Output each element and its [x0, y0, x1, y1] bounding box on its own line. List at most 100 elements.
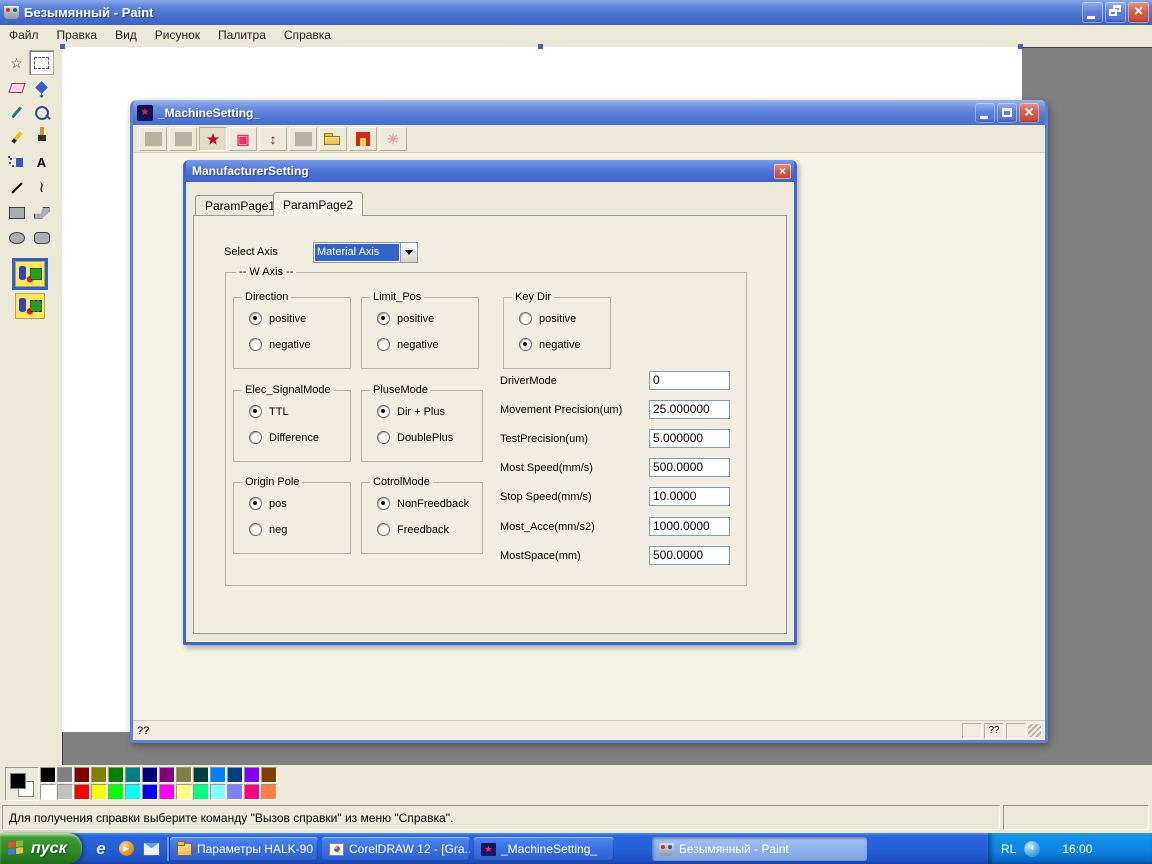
rect-select-tool[interactable] [29, 50, 54, 75]
color-swatch[interactable] [261, 767, 277, 783]
color-swatch[interactable] [57, 767, 73, 783]
rounded-rect-tool[interactable] [29, 225, 54, 250]
menu-file[interactable]: Файл [0, 28, 48, 42]
color-swatch[interactable] [142, 767, 158, 783]
polygon-tool[interactable] [29, 200, 54, 225]
color-swatch[interactable] [108, 784, 124, 800]
magnifier-tool[interactable] [29, 100, 54, 125]
color-swatch[interactable] [125, 767, 141, 783]
mtoolbar-burst-button[interactable]: ☀ [379, 127, 407, 151]
color-swatch[interactable] [125, 784, 141, 800]
clock[interactable]: 16:00 [1062, 842, 1092, 856]
color-swatch[interactable] [176, 784, 192, 800]
stop-speed-field[interactable]: 10.0000 [649, 487, 730, 506]
curve-tool[interactable]: ≀ [29, 175, 54, 200]
color-swatch[interactable] [91, 767, 107, 783]
color-swatch[interactable] [57, 784, 73, 800]
text-tool[interactable]: A [29, 150, 54, 175]
select-axis-combobox[interactable]: Material Axis [313, 242, 418, 263]
color-swatch[interactable] [261, 784, 277, 800]
mtoolbar-open-button[interactable] [319, 127, 347, 151]
menu-edit[interactable]: Правка [48, 28, 107, 42]
radio-freedback[interactable] [377, 523, 390, 536]
close-button[interactable] [1019, 103, 1039, 123]
color-picker-tool[interactable] [4, 100, 29, 125]
color-swatch[interactable] [210, 784, 226, 800]
airbrush-tool[interactable] [4, 150, 29, 175]
internet-explorer-icon[interactable]: e [92, 840, 110, 858]
maximize-button[interactable] [997, 103, 1017, 123]
color-swatch[interactable] [193, 767, 209, 783]
color-swatch[interactable] [159, 784, 175, 800]
menu-view[interactable]: Вид [106, 28, 146, 42]
outlook-express-icon[interactable] [142, 840, 160, 858]
radio-difference[interactable] [249, 431, 262, 444]
color-swatch[interactable] [159, 767, 175, 783]
color-swatch[interactable] [74, 767, 90, 783]
mtoolbar-updown-button[interactable]: ↕ [259, 127, 287, 151]
radio-doubleplus[interactable] [377, 431, 390, 444]
mostspace-field[interactable]: 500.0000 [649, 546, 730, 565]
testprecision-field[interactable]: 5.000000 [649, 429, 730, 448]
selection-handle[interactable] [538, 44, 543, 49]
color-swatch[interactable] [91, 784, 107, 800]
taskbar-button-paint[interactable]: Безымянный - Paint [652, 837, 867, 861]
color-swatch[interactable] [193, 784, 209, 800]
brush-tool[interactable] [29, 125, 54, 150]
pencil-tool[interactable] [4, 125, 29, 150]
mtoolbar-blank-1[interactable] [139, 127, 167, 151]
selection-handle[interactable] [1018, 44, 1023, 49]
mtoolbar-monitor-button[interactable]: ▣ [229, 127, 257, 151]
most-speed-field[interactable]: 500.0000 [649, 458, 730, 477]
radio-positive[interactable] [519, 312, 532, 325]
color-swatch[interactable] [40, 784, 56, 800]
restore-button[interactable] [1105, 2, 1126, 23]
current-colors-indicator[interactable] [5, 767, 39, 801]
transparent-selection-option[interactable] [12, 290, 48, 322]
tab-parampage2[interactable]: ParamPage2 [273, 192, 363, 216]
tab-parampage1[interactable]: ParamPage1 [195, 195, 285, 216]
ellipse-tool[interactable] [4, 225, 29, 250]
radio-negative[interactable] [519, 338, 532, 351]
taskbar-button-halk-folder[interactable]: Параметры HALK-90 [170, 837, 318, 861]
color-swatch[interactable] [108, 767, 124, 783]
color-swatch[interactable] [244, 767, 260, 783]
radio-pos[interactable] [249, 497, 262, 510]
color-swatch[interactable] [210, 767, 226, 783]
radio-negative[interactable] [249, 338, 262, 351]
movement-precision-field[interactable]: 25.000000 [649, 400, 730, 419]
menu-image[interactable]: Рисунок [146, 28, 209, 42]
rectangle-tool[interactable] [4, 200, 29, 225]
start-button[interactable]: пуск [0, 833, 82, 864]
radio-negative[interactable] [377, 338, 390, 351]
minimize-button[interactable] [1082, 2, 1103, 23]
minimize-button[interactable] [975, 103, 995, 123]
color-swatch[interactable] [74, 784, 90, 800]
drivermode-field[interactable]: 0 [649, 371, 730, 390]
mtoolbar-star-button[interactable]: ★ [199, 127, 227, 151]
radio-neg[interactable] [249, 523, 262, 536]
mtoolbar-save-button[interactable] [349, 127, 377, 151]
taskbar-button-machinesetting[interactable]: _MachineSetting_ [474, 837, 614, 861]
line-tool[interactable] [4, 175, 29, 200]
taskbar-button-coreldraw[interactable]: CorelDRAW 12 - [Gra... [322, 837, 470, 861]
radio-nonfreedback[interactable] [377, 497, 390, 510]
most-acce-field[interactable]: 1000.0000 [649, 517, 730, 536]
color-swatch[interactable] [227, 784, 243, 800]
close-icon[interactable]: × [774, 164, 791, 179]
radio-dir-plus[interactable] [377, 405, 390, 418]
color-swatch[interactable] [40, 767, 56, 783]
free-select-tool[interactable]: ☆ [4, 50, 29, 75]
radio-positive[interactable] [249, 312, 262, 325]
radio-positive[interactable] [377, 312, 390, 325]
eraser-tool[interactable] [4, 75, 29, 100]
opaque-selection-option[interactable] [12, 258, 48, 290]
color-swatch[interactable] [244, 784, 260, 800]
radio-ttl[interactable] [249, 405, 262, 418]
mtoolbar-blank-3[interactable] [289, 127, 317, 151]
menu-help[interactable]: Справка [275, 28, 340, 42]
language-indicator[interactable]: RL [1001, 842, 1016, 856]
close-button[interactable] [1128, 2, 1149, 23]
mtoolbar-blank-2[interactable] [169, 127, 197, 151]
resize-grip[interactable] [1028, 724, 1041, 737]
